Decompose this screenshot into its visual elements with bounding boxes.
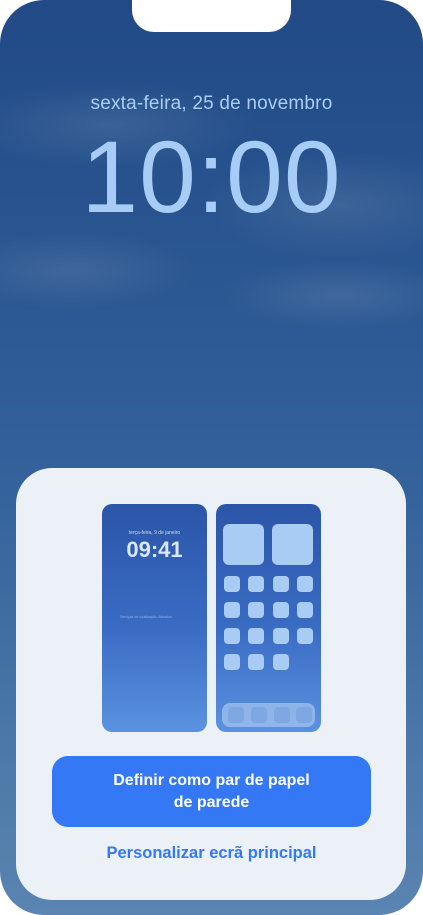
wallpaper-preview: sexta-feira, 25 de novembro 10:00 terça-… [0,0,423,915]
app-icon-placeholder [297,602,313,618]
set-wallpaper-pair-label-line2: de parede [173,793,250,811]
dock-icon-placeholder [274,707,290,723]
app-icon-placeholder [224,628,240,644]
cloud-decoration [220,260,423,330]
app-icon-placeholder [273,654,289,670]
app-icon-placeholder [248,602,264,618]
home-screen-thumbnail [216,504,321,732]
app-icon-placeholder [273,576,289,592]
app-icon-placeholder [297,628,313,644]
thumbnail-note: Serviços de localização: Ativados [120,615,172,619]
thumbnail-time: 09:41 [126,537,183,562]
dock-icon-placeholder [296,707,312,723]
wallpaper-pair-sheet [16,468,406,900]
app-icon-placeholder [273,602,289,618]
set-wallpaper-pair-button[interactable]: Definir como par de papel de parede [52,756,371,827]
app-icon-placeholder [248,576,264,592]
set-wallpaper-pair-label-line1: Definir como par de papel [113,771,310,789]
dock-icon-placeholder [251,707,267,723]
cloud-decoration [0,230,200,310]
app-icon-placeholder [224,602,240,618]
dock [222,703,315,727]
dock-icon-placeholder [228,707,244,723]
app-icon-placeholder [297,576,313,592]
app-icon-placeholder [224,576,240,592]
app-icon-placeholder [273,628,289,644]
widget-placeholder [272,524,313,565]
app-icon-placeholder [248,654,264,670]
lock-screen-thumbnail: terça-feira, 9 de janeiro 09:41 Serviços… [102,504,207,732]
notch [132,0,291,32]
app-icon-placeholder [224,654,240,670]
app-icon-placeholder [248,628,264,644]
thumbnail-date: terça-feira, 9 de janeiro [128,530,181,536]
lock-screen-time: 10:00 [81,120,342,234]
lock-screen-date: sexta-feira, 25 de novembro [90,93,333,114]
customize-home-screen-link[interactable]: Personalizar ecrã principal [0,844,423,863]
widget-placeholder [223,524,264,565]
